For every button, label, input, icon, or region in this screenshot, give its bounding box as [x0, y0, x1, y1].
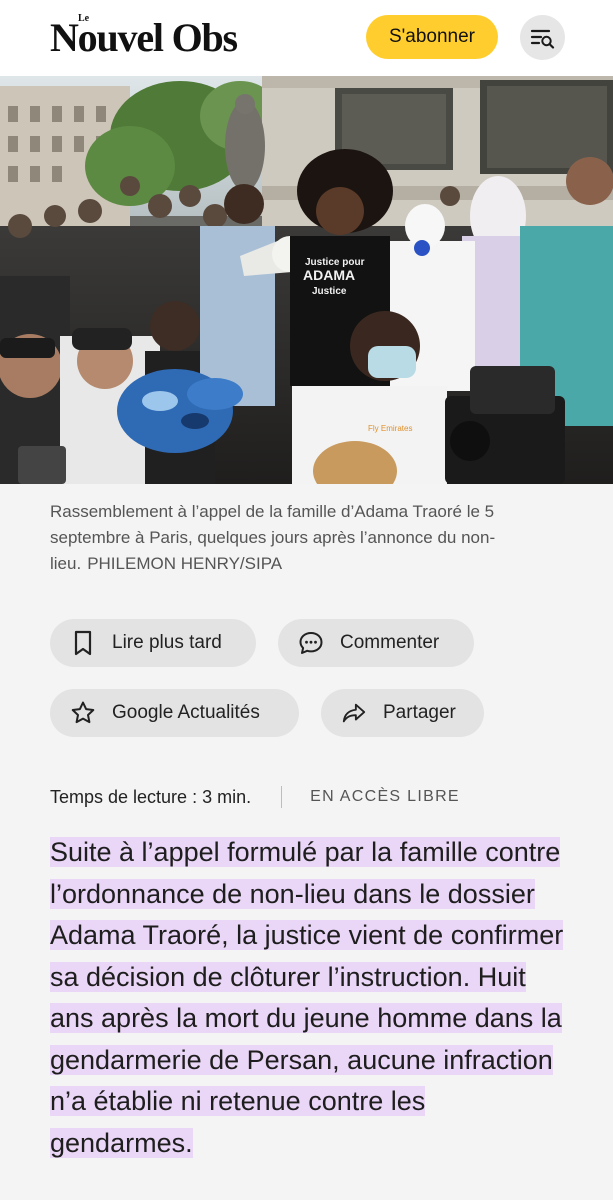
hero-photo: Justice pour ADAMA Justice Fly Emirates	[0, 76, 613, 484]
menu-search-icon	[530, 29, 554, 49]
access-badge: EN ACCÈS LIBRE	[310, 788, 460, 805]
subscribe-button[interactable]: S'abonner	[366, 15, 498, 59]
read-later-button[interactable]: Lire plus tard	[50, 619, 256, 667]
sign-line2: ADAMA	[303, 267, 355, 283]
read-later-label: Lire plus tard	[112, 632, 222, 653]
meta-divider	[281, 786, 283, 808]
share-label: Partager	[383, 702, 456, 723]
bookmark-icon	[70, 630, 96, 656]
google-news-label: Google Actualités	[112, 702, 260, 723]
photo-credit: PHILEMON HENRY/SIPA	[87, 554, 283, 573]
lede-text: Suite à l’appel formulé par la famille c…	[50, 837, 564, 1158]
share-icon	[341, 700, 367, 726]
site-logo[interactable]: Nouvel Obs Le	[50, 13, 278, 62]
share-button[interactable]: Partager	[321, 689, 484, 737]
comment-label: Commenter	[340, 632, 440, 653]
article-meta: Temps de lecture : 3 min. EN ACCÈS LIBRE	[50, 784, 460, 810]
google-news-button[interactable]: Google Actualités	[50, 689, 299, 737]
sign-line3: Justice	[312, 286, 347, 297]
article-lede: Suite à l’appel formulé par la famille c…	[50, 832, 570, 1164]
comment-icon	[298, 630, 324, 656]
logo-article: Le	[78, 13, 90, 24]
jersey-text: Fly Emirates	[368, 424, 412, 433]
reading-time: Temps de lecture : 3 min.	[50, 786, 252, 807]
star-icon	[70, 700, 96, 726]
menu-search-button[interactable]	[520, 15, 565, 60]
comment-button[interactable]: Commenter	[278, 619, 474, 667]
photo-caption: Rassemblement à l’appel de la famille d’…	[50, 499, 570, 577]
top-header: Nouvel Obs Le S'abonner	[0, 0, 613, 76]
